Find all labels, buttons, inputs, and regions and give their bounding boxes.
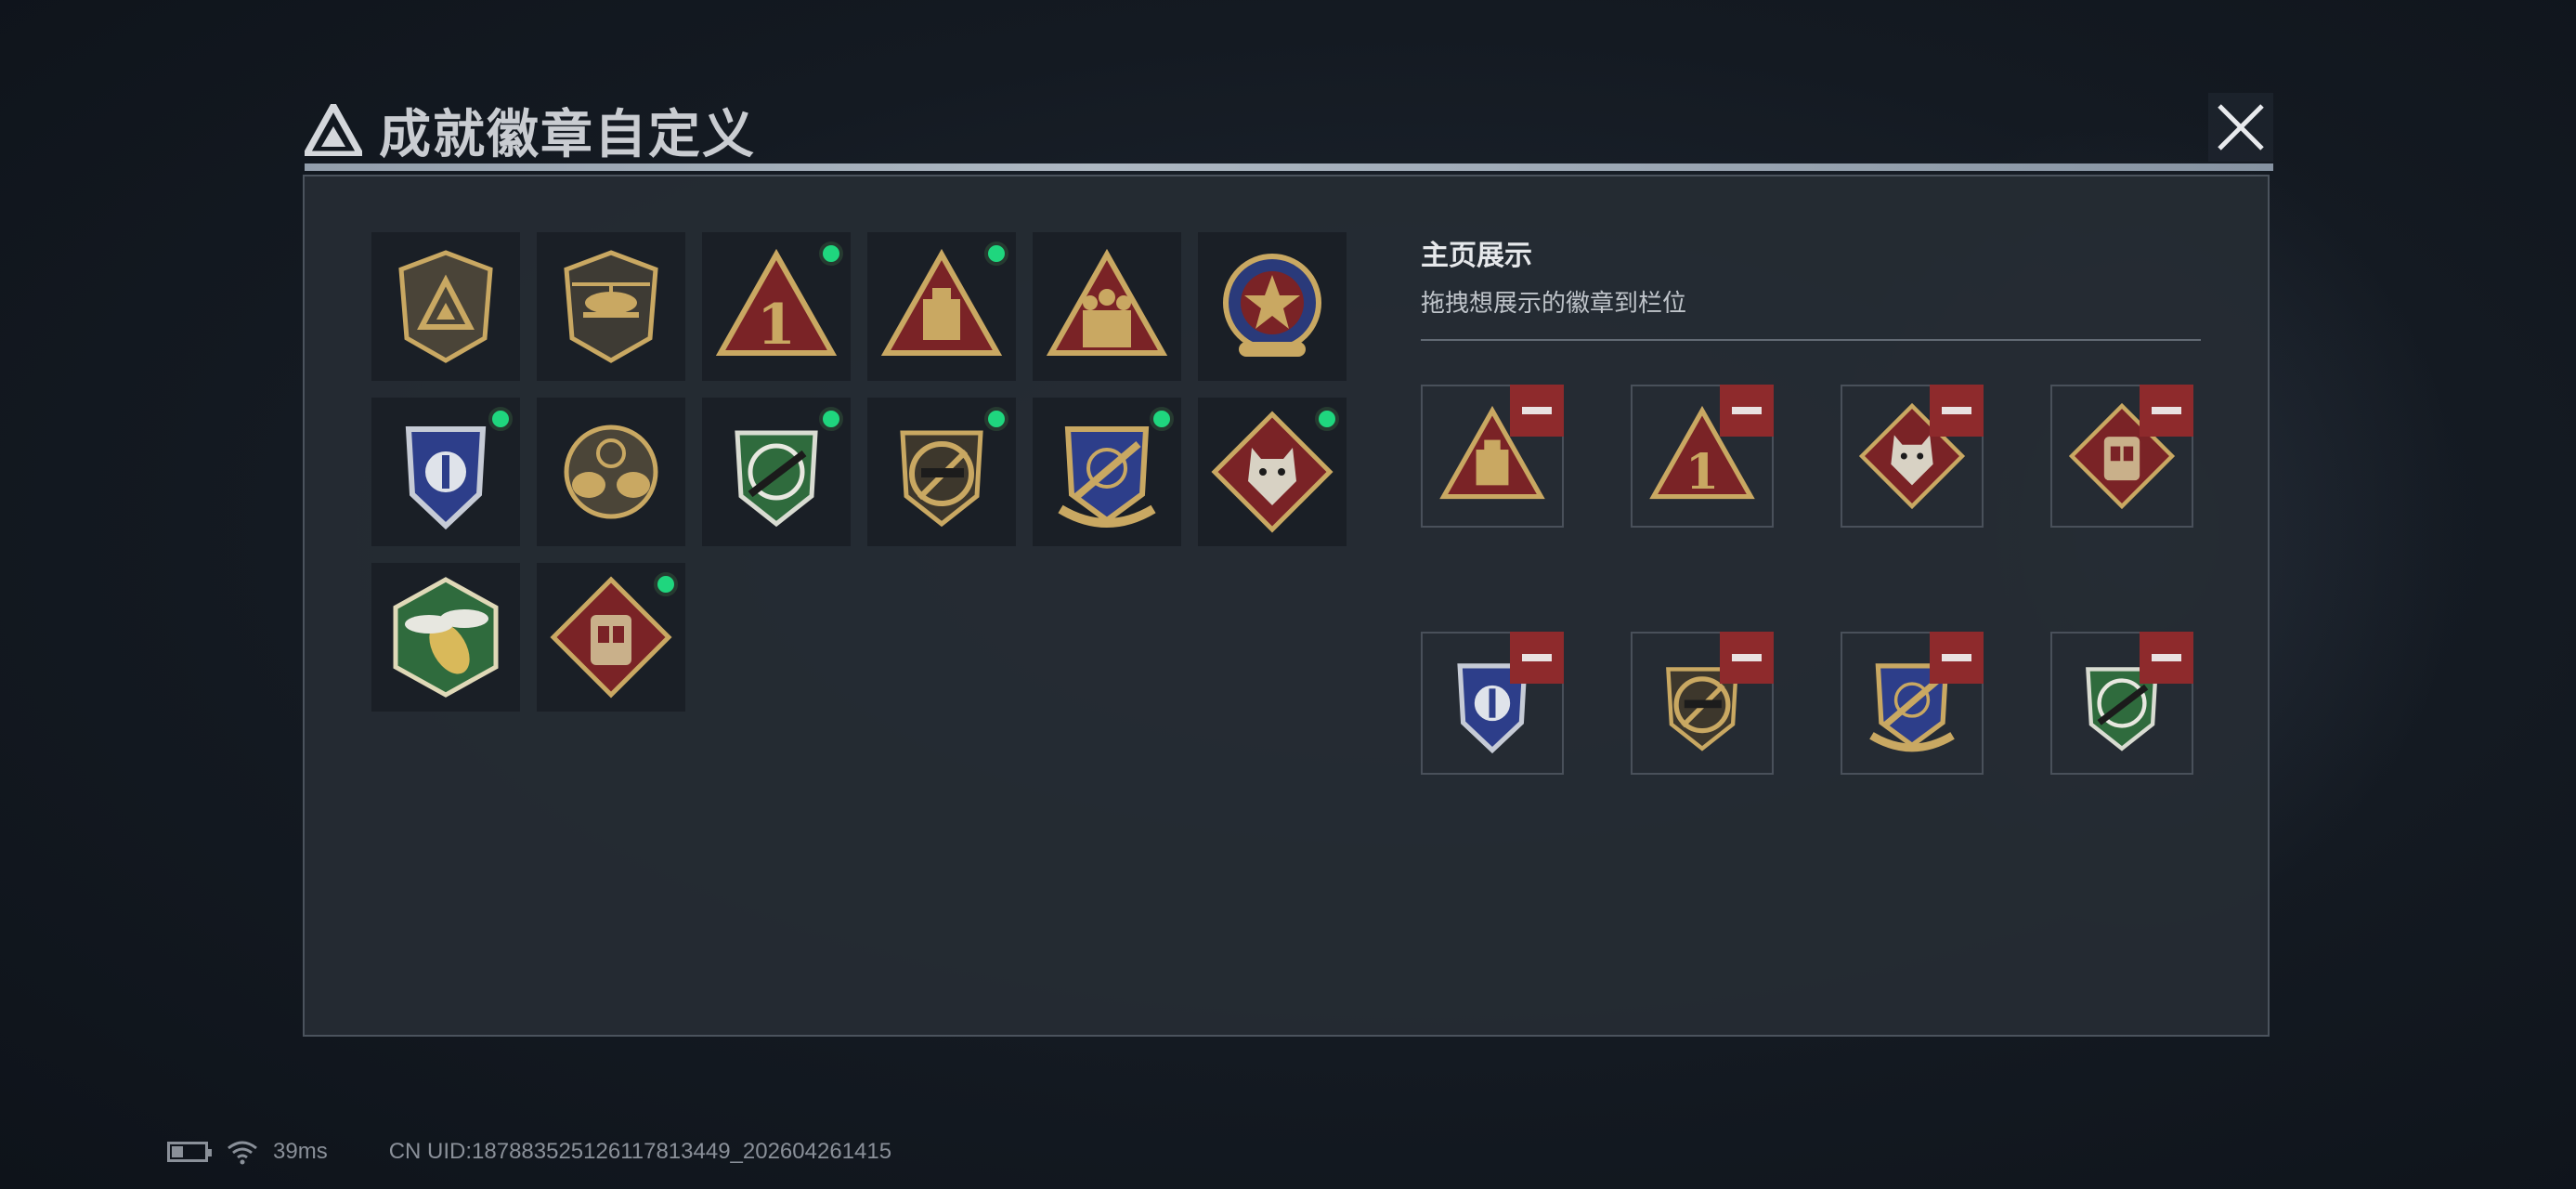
- crosshair-skull-badge: [564, 425, 658, 519]
- uid-text: CN UID:18788352512611781344‌9_2026042614…: [388, 1139, 892, 1164]
- star-emblem-badge: [1223, 254, 1321, 357]
- wifi-icon: [228, 1141, 257, 1165]
- badge-tile[interactable]: [1033, 398, 1181, 546]
- triangle-logo-icon: [305, 104, 362, 156]
- showcase-title: 主页展示: [1421, 240, 1532, 272]
- showcase-slot[interactable]: [1841, 632, 1984, 775]
- status-bar: 39ms CN UID:18788352512611781344‌9_20260…: [167, 1139, 891, 1165]
- minus-icon[interactable]: [1510, 632, 1564, 684]
- svg-text:1: 1: [1685, 444, 1719, 501]
- minus-icon[interactable]: [2140, 385, 2193, 437]
- header: 成就徽章自定义: [305, 93, 756, 167]
- badge-tile[interactable]: [537, 398, 685, 546]
- minus-icon[interactable]: [1930, 385, 1984, 437]
- showcase-slot[interactable]: [1421, 632, 1564, 775]
- badge-tile[interactable]: [867, 232, 1016, 381]
- badge-tile[interactable]: [1198, 398, 1347, 546]
- new-indicator-dot: [654, 572, 678, 596]
- svg-text:1: 1: [757, 293, 796, 358]
- minus-icon[interactable]: [1510, 385, 1564, 437]
- page-title: 成就徽章自定义: [379, 104, 756, 165]
- minus-icon[interactable]: [1720, 385, 1774, 437]
- close-icon: [2218, 104, 2264, 150]
- showcase-slot[interactable]: [1841, 385, 1984, 528]
- badge-tile[interactable]: [702, 398, 851, 546]
- ping-text: 39ms: [273, 1139, 328, 1164]
- badge-tile[interactable]: [537, 563, 685, 712]
- showcase-subtitle: 拖拽想展示的徽章到栏位: [1421, 290, 1687, 318]
- minus-icon[interactable]: [2140, 632, 2193, 684]
- soldiers-triangle-badge: [1046, 248, 1168, 356]
- homepage-showcase: 主页展示 拖拽想展示的徽章到栏位 1: [1421, 232, 2201, 775]
- badge-tile[interactable]: [537, 232, 685, 381]
- showcase-slots: 1: [1421, 385, 2193, 775]
- badge-panel: 1 主页展示 拖拽想展示的徽章到栏位 1: [303, 175, 2270, 1037]
- helicopter-badge: [564, 250, 658, 363]
- new-indicator-dot: [984, 242, 1008, 266]
- showcase-slot[interactable]: [2050, 632, 2193, 775]
- showcase-slot[interactable]: 1: [1631, 385, 1774, 528]
- new-indicator-dot: [819, 242, 843, 266]
- badge-tile[interactable]: [1198, 232, 1347, 381]
- shield-triangle-badge: [398, 250, 493, 363]
- minus-icon[interactable]: [1720, 632, 1774, 684]
- new-indicator-dot: [984, 407, 1008, 431]
- badge-collection-grid: 1: [371, 232, 1347, 712]
- minus-icon[interactable]: [1930, 632, 1984, 684]
- showcase-divider: [1421, 339, 2201, 341]
- showcase-slot[interactable]: [1631, 632, 1774, 775]
- new-indicator-dot: [1150, 407, 1174, 431]
- new-indicator-dot: [488, 407, 513, 431]
- showcase-slot[interactable]: [1421, 385, 1564, 528]
- battery-icon: [167, 1142, 212, 1162]
- hornet-hexagon-badge: [393, 577, 499, 698]
- badge-tile[interactable]: [371, 232, 520, 381]
- new-indicator-dot: [819, 407, 843, 431]
- badge-tile[interactable]: [371, 398, 520, 546]
- title-divider: [305, 163, 2273, 171]
- badge-tile[interactable]: [1033, 232, 1181, 381]
- new-indicator-dot: [1315, 407, 1339, 431]
- badge-tile[interactable]: [371, 563, 520, 712]
- badge-tile[interactable]: 1: [702, 232, 851, 381]
- close-button[interactable]: [2208, 93, 2273, 162]
- showcase-slot[interactable]: [2050, 385, 2193, 528]
- badge-tile[interactable]: [867, 398, 1016, 546]
